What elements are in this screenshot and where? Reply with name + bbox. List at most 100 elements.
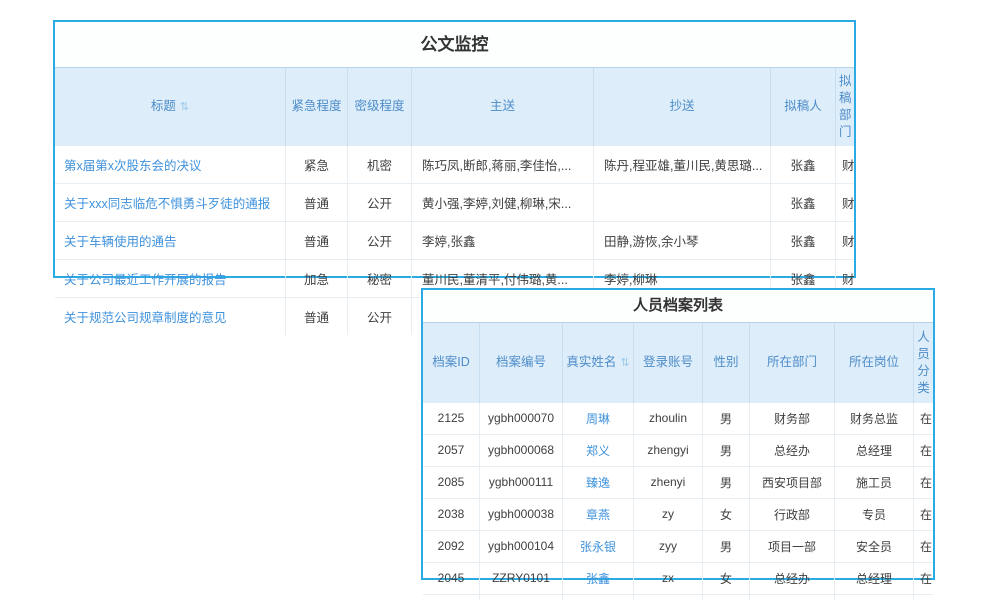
column-label: 标题 <box>151 99 176 113</box>
table-row: 2038ygbh000038章燕zy女行政部专员在职人员 <box>423 498 933 530</box>
cell-real_name[interactable]: 章燕 <box>563 498 634 530</box>
cell-category: 在职人员 <box>914 530 934 562</box>
cell-position: 成本主管 <box>835 594 914 600</box>
cell-archive_no: ygbh000111 <box>480 466 563 498</box>
cell-archive_no: ygbh000050 <box>480 594 563 600</box>
cell-archive_no: ygbh000038 <box>480 498 563 530</box>
cell-real_name[interactable]: 郑义 <box>563 434 634 466</box>
column-label: 性别 <box>713 355 738 369</box>
cell-gender: 男 <box>703 594 750 600</box>
column-label: 紧急程度 <box>291 99 341 113</box>
cell-archive_no: ygbh000070 <box>480 403 563 435</box>
cell-cc: 田静,游恢,余小琴 <box>594 221 771 259</box>
table-row: 关于车辆使用的通告普通公开李婷,张鑫田静,游恢,余小琴张鑫财务部 <box>55 221 854 259</box>
cell-archive_id: 2038 <box>423 498 480 530</box>
cell-login_account: zhenyi <box>634 466 703 498</box>
cell-gender: 男 <box>703 434 750 466</box>
cell-title[interactable]: 第x届第x次股东会的决议 <box>55 146 286 184</box>
column-header-position: 所在岗位 <box>835 323 914 403</box>
cell-login_account: zx <box>634 562 703 594</box>
cell-department: 总经办 <box>750 562 835 594</box>
cell-urgency: 普通 <box>286 221 348 259</box>
cell-position: 总经理 <box>835 434 914 466</box>
cell-archive_id: 2092 <box>423 530 480 562</box>
cell-archive_id: 2046 <box>423 594 480 600</box>
cell-main_send: 李婷,张鑫 <box>412 221 594 259</box>
cell-gender: 女 <box>703 562 750 594</box>
cell-position: 专员 <box>835 498 914 530</box>
column-header-main_send: 主送 <box>412 68 594 146</box>
cell-archive_id: 2085 <box>423 466 480 498</box>
cell-login_account: zy <box>634 498 703 530</box>
cell-urgency: 普通 <box>286 183 348 221</box>
column-label: 登录账号 <box>643 355 693 369</box>
table-row: 关于xxx同志临危不惧勇斗歹徒的通报普通公开黄小强,李婷,刘健,柳琳,宋... 张… <box>55 183 854 221</box>
column-header-gender: 性别 <box>703 323 750 403</box>
column-header-title[interactable]: 标题 ⇅ <box>55 68 286 146</box>
cell-department: 财务部 <box>750 403 835 435</box>
cell-login_account: zhoulin <box>634 403 703 435</box>
column-label: 所在岗位 <box>849 355 899 369</box>
cell-position: 总经理 <box>835 562 914 594</box>
cell-department: 行政部 <box>750 498 835 530</box>
cell-department: 项目一部 <box>750 530 835 562</box>
column-header-login_account: 登录账号 <box>634 323 703 403</box>
cell-real_name[interactable]: 张鑫 <box>563 562 634 594</box>
cell-position: 施工员 <box>835 466 914 498</box>
cell-secrecy: 公开 <box>348 183 412 221</box>
personnel-archive-table-head: 档案ID档案编号真实姓名⇅登录账号性别所在部门所在岗位人员分类 <box>423 323 933 403</box>
cell-main_send: 黄小强,李婷,刘健,柳琳,宋... <box>412 183 594 221</box>
cell-drafter: 张鑫 <box>771 146 836 184</box>
document-monitor-title: 公文监控 <box>55 22 854 68</box>
cell-draft_dept: 财务部 <box>836 221 855 259</box>
cell-cc <box>594 183 771 221</box>
cell-secrecy: 公开 <box>348 297 412 335</box>
cell-archive_no: ZZRY0101 <box>480 562 563 594</box>
cell-login_account: zyy <box>634 530 703 562</box>
sort-icon[interactable]: ⇅ <box>180 100 189 115</box>
cell-main_send: 陈巧凤,断郎,蒋丽,李佳怡,... <box>412 146 594 184</box>
cell-urgency: 普通 <box>286 297 348 335</box>
table-row: 2046ygbh000050张小东zxd男成本核算部成本主管在职人员 <box>423 594 933 600</box>
cell-title[interactable]: 关于规范公司规章制度的意见 <box>55 297 286 335</box>
sort-icon[interactable]: ⇅ <box>620 356 629 371</box>
column-label: 拟稿人 <box>784 99 822 113</box>
column-header-urgency: 紧急程度 <box>286 68 348 146</box>
cell-gender: 男 <box>703 403 750 435</box>
cell-category: 在职人员 <box>914 562 934 594</box>
column-header-department: 所在部门 <box>750 323 835 403</box>
column-header-draft_dept: 拟稿部门 <box>836 68 855 146</box>
cell-archive_no: ygbh000068 <box>480 434 563 466</box>
cell-position: 财务总监 <box>835 403 914 435</box>
cell-cc: 陈丹,程亚雄,董川民,黄思璐... <box>594 146 771 184</box>
cell-category: 在职人员 <box>914 498 934 530</box>
column-label: 真实姓名 <box>566 355 616 369</box>
cell-secrecy: 公开 <box>348 221 412 259</box>
column-header-real_name[interactable]: 真实姓名 ⇅ <box>563 323 634 403</box>
cell-archive_id: 2045 <box>423 562 480 594</box>
cell-title[interactable]: 关于公司最近工作开展的报告 <box>55 259 286 297</box>
table-row: 2085ygbh000111臻逸zhenyi男西安项目部施工员在职人员 <box>423 466 933 498</box>
column-label: 密级程度 <box>354 99 404 113</box>
cell-real_name[interactable]: 臻逸 <box>563 466 634 498</box>
column-header-secrecy: 密级程度 <box>348 68 412 146</box>
header-row: 标题 ⇅ 紧急程度密级程度主送 抄送 拟稿人拟稿部门 <box>55 68 854 146</box>
cell-category: 在职人员 <box>914 466 934 498</box>
cell-real_name[interactable]: 张小东 <box>563 594 634 600</box>
cell-title[interactable]: 关于xxx同志临危不惧勇斗歹徒的通报 <box>55 183 286 221</box>
cell-department: 成本核算部 <box>750 594 835 600</box>
cell-real_name[interactable]: 周琳 <box>563 403 634 435</box>
cell-drafter: 张鑫 <box>771 183 836 221</box>
personnel-archive-panel: 人员档案列表 档案ID档案编号真实姓名⇅登录账号性别所在部门所在岗位人员分类 2… <box>421 288 935 580</box>
cell-department: 总经办 <box>750 434 835 466</box>
cell-urgency: 紧急 <box>286 146 348 184</box>
cell-title[interactable]: 关于车辆使用的通告 <box>55 221 286 259</box>
cell-real_name[interactable]: 张永银 <box>563 530 634 562</box>
column-label: 抄送 <box>669 99 694 113</box>
column-label: 所在部门 <box>767 355 817 369</box>
column-header-category: 人员分类 <box>914 323 934 403</box>
personnel-archive-table-body: 2125ygbh000070周琳zhoulin男财务部财务总监在职人员2057y… <box>423 403 933 600</box>
document-monitor-panel: 公文监控 标题 ⇅ 紧急程度密级程度主送 抄送 拟稿人拟稿部门 第x届第x次股东会的决议… <box>53 20 856 278</box>
cell-department: 西安项目部 <box>750 466 835 498</box>
column-label: 档案ID <box>432 355 470 369</box>
